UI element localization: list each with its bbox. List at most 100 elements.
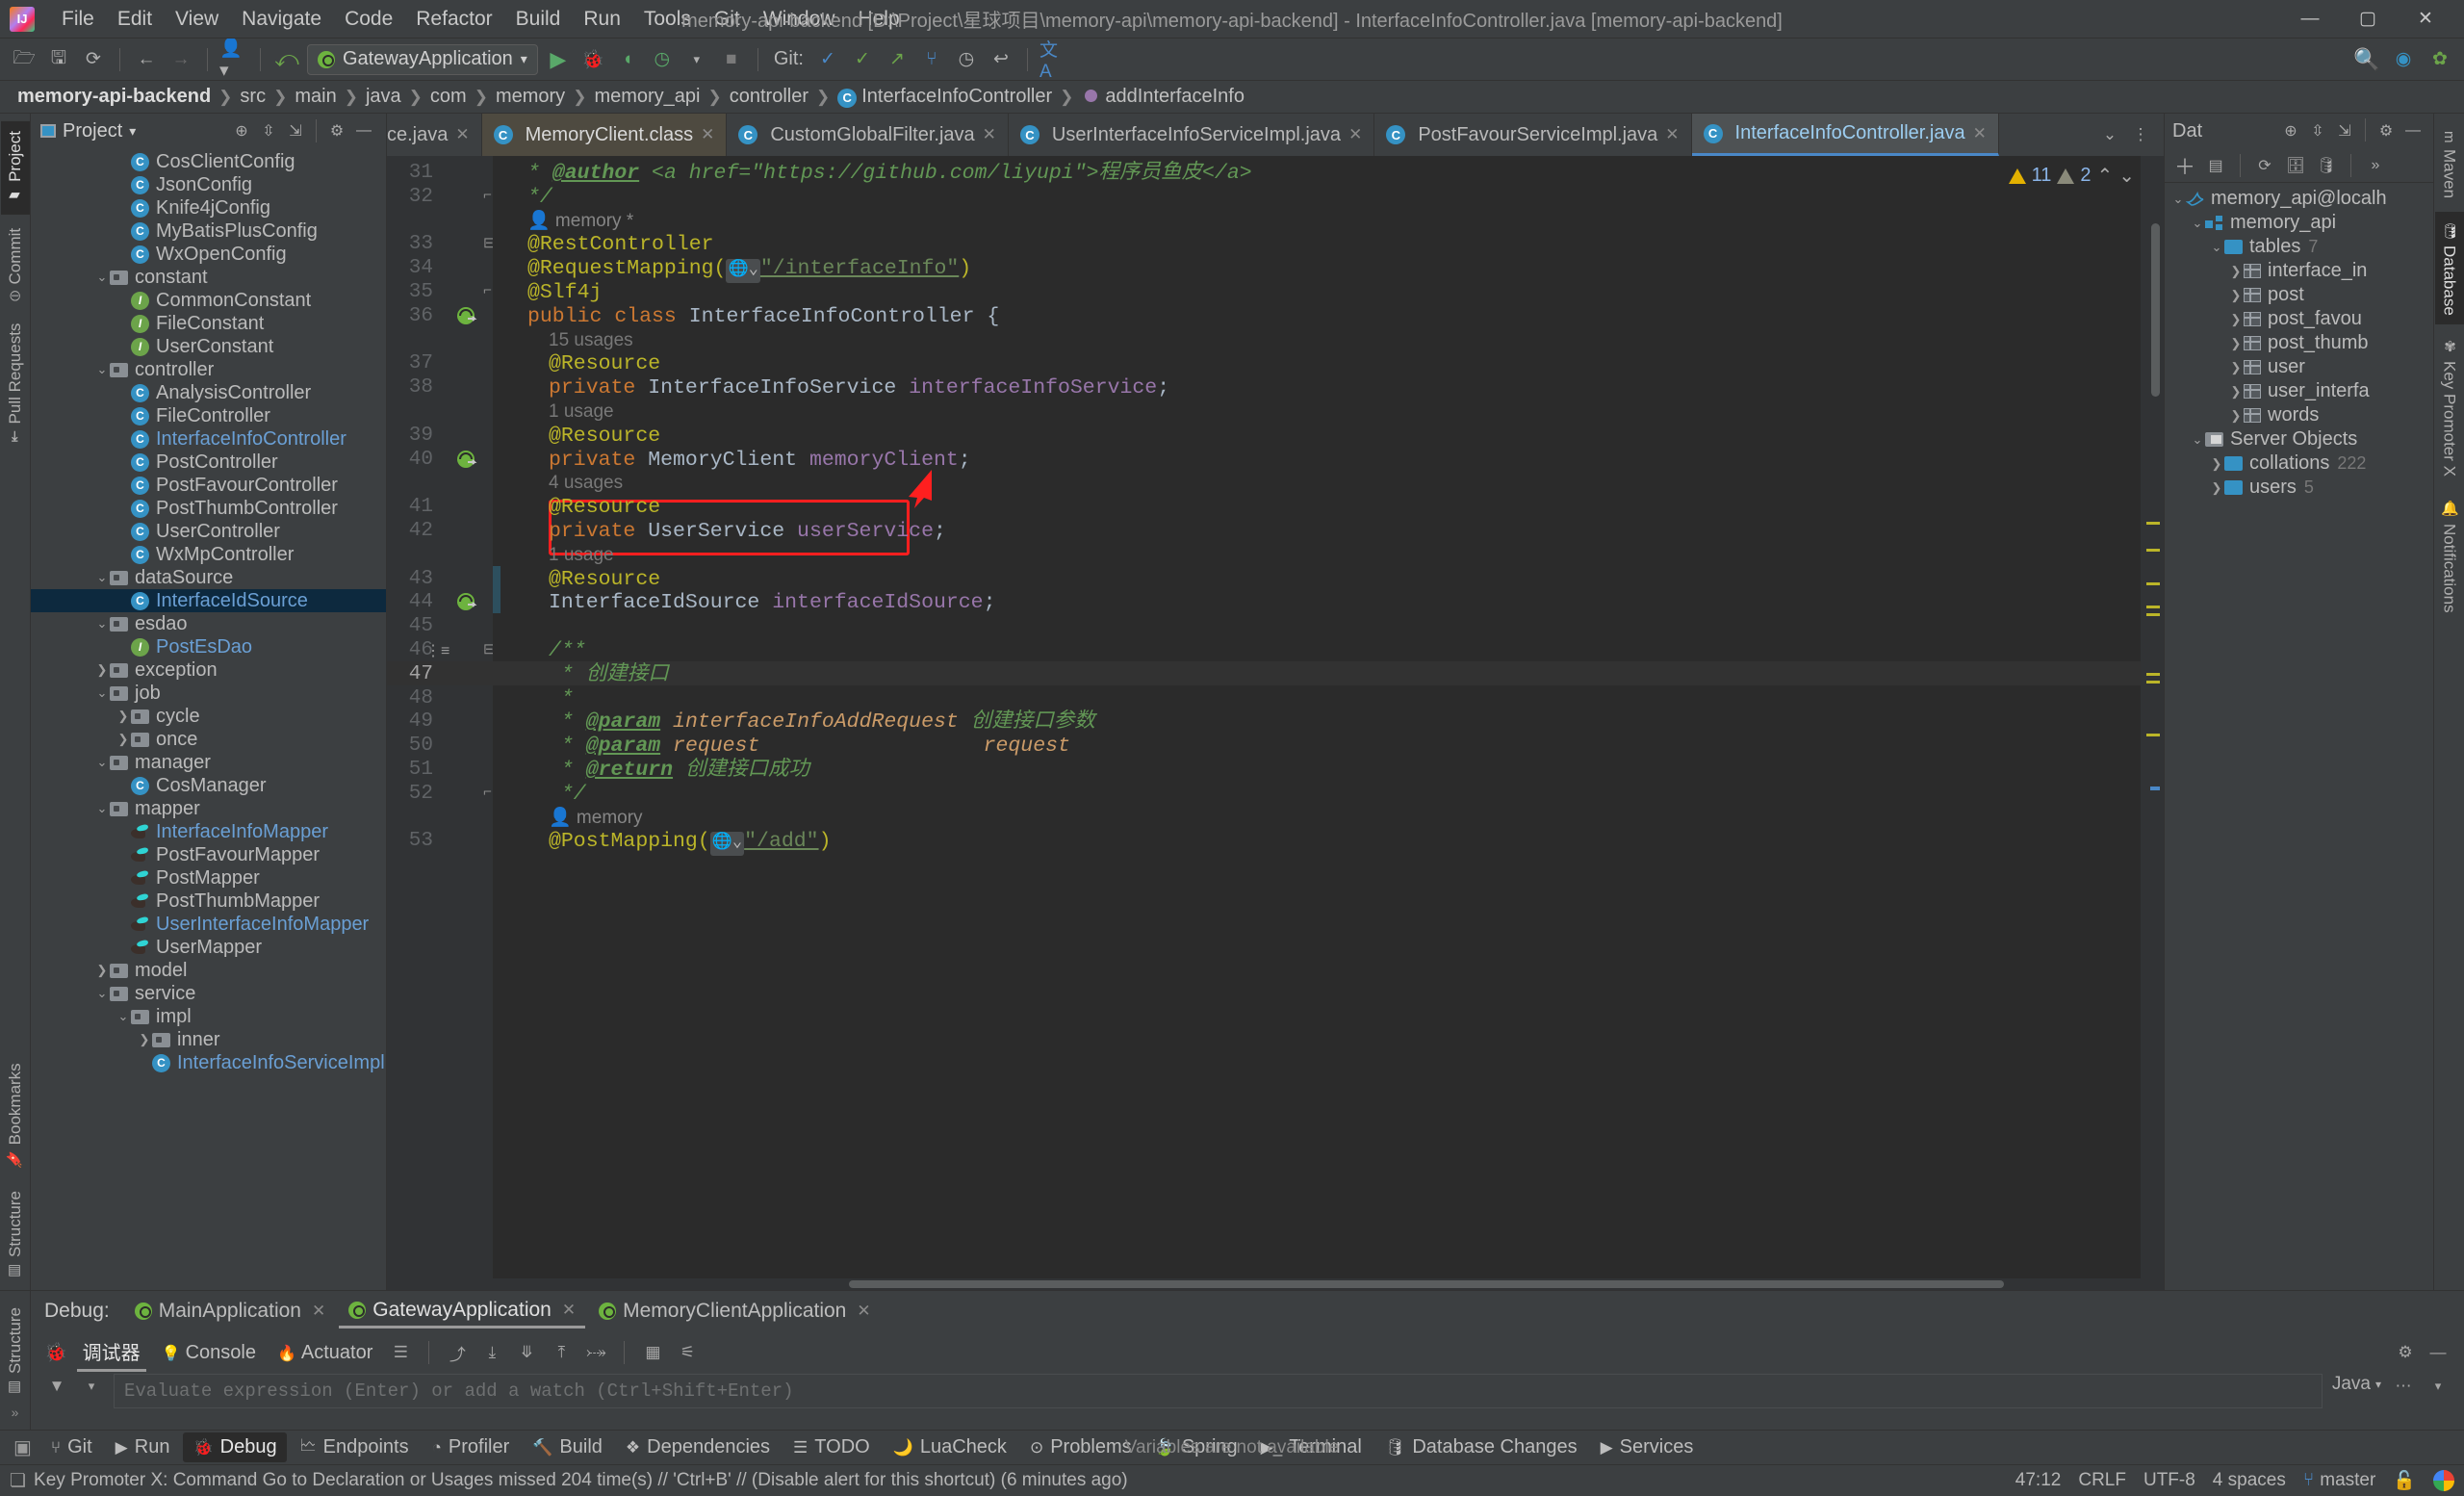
project-tree-row[interactable]: ·C InterfaceIdSource — [31, 589, 386, 612]
menu-build[interactable]: Build — [504, 4, 573, 35]
menu-navigate[interactable]: Navigate — [230, 4, 333, 35]
database-tree-row[interactable]: ❯ post — [2165, 283, 2433, 307]
javadoc-render-icon[interactable]: ⋮≡ — [425, 641, 449, 660]
breadcrumb-item-java[interactable]: java — [362, 84, 405, 110]
git-branch-icon[interactable]: ⑂ — [917, 45, 946, 74]
git-update-icon[interactable]: ✓ — [813, 45, 842, 74]
tool-tab-database[interactable]: 🛢 Database — [2434, 211, 2464, 325]
project-tree-row[interactable]: ·C JsonConfig — [31, 173, 386, 196]
chevron-right-icon[interactable]: ❯ — [2209, 456, 2224, 472]
project-tree-row[interactable]: · PostFavourMapper — [31, 843, 386, 866]
duplicate-icon[interactable]: ▤ — [2203, 153, 2228, 178]
debug-subtab-0[interactable]: 调试器 — [76, 1333, 146, 1372]
database-icon[interactable]: 🛢 — [2314, 153, 2339, 178]
minimize-button[interactable]: — — [2281, 0, 2339, 39]
run-with-coverage-icon[interactable]: ◖ — [613, 45, 642, 74]
hide-panel-icon[interactable]: — — [2400, 118, 2426, 143]
project-tree-row[interactable]: ⌄ service — [31, 982, 386, 1005]
database-tree-row[interactable]: ❯ words — [2165, 403, 2433, 427]
step-into-icon[interactable]: ⤓ — [479, 1340, 504, 1365]
expand-all-icon[interactable]: ⇳ — [256, 118, 281, 143]
project-tree-row[interactable]: ·C InterfaceInfoServiceImpl — [31, 1051, 386, 1074]
editor-scroll-marks[interactable] — [2141, 156, 2164, 1278]
prev-problem-icon[interactable]: ⌃ — [2096, 164, 2113, 188]
close-tab-icon[interactable]: ✕ — [1665, 125, 1679, 144]
project-tree-row[interactable]: ·C WxOpenConfig — [31, 243, 386, 266]
editor-tab-ce-java[interactable]: ce.java ✕ — [387, 114, 482, 156]
menu-help[interactable]: Help — [846, 4, 911, 35]
breadcrumb-item-main[interactable]: main — [291, 84, 340, 110]
evaluate-expression-input[interactable]: Evaluate expression (Enter) or add a wat… — [114, 1374, 2323, 1408]
chevron-down-icon[interactable]: ⌄ — [2190, 432, 2205, 448]
chevron-down-icon[interactable]: ⌄ — [94, 570, 110, 585]
hide-all-icon[interactable]: ▣ — [13, 1435, 32, 1459]
tool-tab-key-promoter[interactable]: ✾ Key Promoter X — [2435, 328, 2464, 486]
close-tab-icon[interactable]: ✕ — [1973, 124, 1987, 143]
menu-edit[interactable]: Edit — [106, 4, 164, 35]
hide-panel-icon[interactable]: — — [2426, 1340, 2451, 1365]
close-session-icon[interactable]: ✕ — [312, 1302, 325, 1321]
step-out-icon[interactable]: ⤒ — [549, 1340, 574, 1365]
code-fold-icon[interactable]: ⌐ — [483, 784, 492, 800]
chevron-right-icon[interactable]: ❯ — [94, 662, 110, 678]
database-tree-row[interactable]: ❯ user — [2165, 355, 2433, 379]
project-tree-row[interactable]: · PostMapper — [31, 866, 386, 890]
status-message[interactable]: Key Promoter X: Command Go to Declaratio… — [34, 1470, 1128, 1491]
gear-icon[interactable]: ⚙ — [2393, 1340, 2418, 1365]
chevron-down-icon[interactable]: ⌄ — [2190, 216, 2205, 231]
chevron-right-icon[interactable]: ❯ — [2228, 264, 2244, 279]
project-tree[interactable]: ·CCosClientConfig·CJsonConfig·CKnife4jCo… — [31, 148, 386, 1290]
force-step-into-icon[interactable]: ⤋ — [514, 1340, 539, 1365]
tab-options-icon[interactable]: ⋮ — [2127, 121, 2154, 148]
project-tree-row[interactable]: ·C UserController — [31, 520, 386, 543]
run-to-cursor-icon[interactable]: ⤐ — [583, 1340, 608, 1365]
chevron-down-icon[interactable]: ⌄ — [94, 616, 110, 632]
project-tree-row[interactable]: ·I UserConstant — [31, 335, 386, 358]
chevron-right-icon[interactable]: ❯ — [116, 709, 131, 724]
chevron-down-icon[interactable]: ⌄ — [94, 685, 110, 701]
close-tab-icon[interactable]: ✕ — [701, 125, 714, 144]
debug-session-gatewayapplication[interactable]: GatewayApplication ✕ — [339, 1295, 586, 1328]
caret-position[interactable]: 47:12 — [2015, 1470, 2062, 1491]
more-options-icon[interactable]: ⋯ — [2391, 1374, 2416, 1399]
breadcrumb-item-interfaceinfocontroller[interactable]: C InterfaceInfoController — [834, 84, 1056, 110]
chevron-down-icon[interactable]: ▾ — [79, 1374, 104, 1399]
breadcrumb-item-memory-api-backend[interactable]: memory-api-backend — [13, 84, 215, 110]
breadcrumb-item-addinterfaceinfo[interactable]: addInterfaceInfo — [1077, 84, 1248, 110]
git-rollback-icon[interactable]: ↩ — [987, 45, 1015, 74]
git-commit-icon[interactable]: ✓ — [848, 45, 877, 74]
chevron-down-icon[interactable]: ⌄ — [94, 801, 110, 816]
chevron-down-icon[interactable]: ▾ — [2426, 1374, 2451, 1399]
expand-icon[interactable]: » — [12, 1405, 19, 1420]
database-tree-row[interactable]: ⌄ Server Objects — [2165, 427, 2433, 451]
filter-icon[interactable]: ▼ — [44, 1374, 69, 1399]
code-editor[interactable]: 31 32 ⌐ 33 ⊟ 34 35 ⌐ 36 37 38 39 40 41 42 43 44 45 46 ⊟ ⋮≡ 47… — [387, 156, 2164, 1278]
git-branch[interactable]: ⑂ master — [2303, 1470, 2375, 1491]
tool-tab-notifications[interactable]: 🔔 Notifications — [2435, 490, 2464, 622]
chevron-right-icon[interactable]: ❯ — [116, 732, 131, 747]
code-fold-icon[interactable]: ⌐ — [483, 187, 492, 203]
project-tree-row[interactable]: ·C CosClientConfig — [31, 150, 386, 173]
project-tree-row[interactable]: ⌄ manager — [31, 751, 386, 774]
chevron-right-icon[interactable]: ❯ — [2228, 312, 2244, 327]
update-project-icon[interactable]: ⤺ — [272, 45, 301, 74]
chevron-right-icon[interactable]: ❯ — [2209, 480, 2224, 496]
project-tree-row[interactable]: ⌄ impl — [31, 1005, 386, 1028]
run-configuration-selector[interactable]: GatewayApplication ▾ — [307, 43, 538, 75]
query-console-icon[interactable]: 🗄 — [2283, 153, 2308, 178]
project-tree-row[interactable]: · PostThumbMapper — [31, 890, 386, 913]
project-tree-row[interactable]: ·C Knife4jConfig — [31, 196, 386, 219]
step-over-icon[interactable]: ⤴ — [445, 1340, 470, 1365]
add-datasource-icon[interactable]: ＋ — [2172, 153, 2197, 179]
database-tree-row[interactable]: ⌄ tables 7 — [2165, 235, 2433, 259]
gear-icon[interactable]: ⚙ — [2374, 118, 2399, 143]
project-tree-row[interactable]: ⌄ esdao — [31, 612, 386, 635]
code-fold-icon[interactable]: ⌐ — [483, 282, 492, 298]
tool-window-problems[interactable]: ⊙ Problems — [1020, 1432, 1142, 1462]
project-tree-row[interactable]: ·C PostFavourController — [31, 474, 386, 497]
settings-gear-icon[interactable]: ✿ — [2426, 45, 2454, 74]
spring-bean-gutter-icon[interactable] — [456, 450, 477, 471]
spring-bean-gutter-icon[interactable] — [456, 592, 477, 613]
collapse-all-icon[interactable]: ⇲ — [2332, 118, 2357, 143]
editor-gutter[interactable]: 31 32 ⌐ 33 ⊟ 34 35 ⌐ 36 37 38 39 40 41 42 43 44 45 46 ⊟ ⋮≡ 47… — [387, 156, 496, 1278]
